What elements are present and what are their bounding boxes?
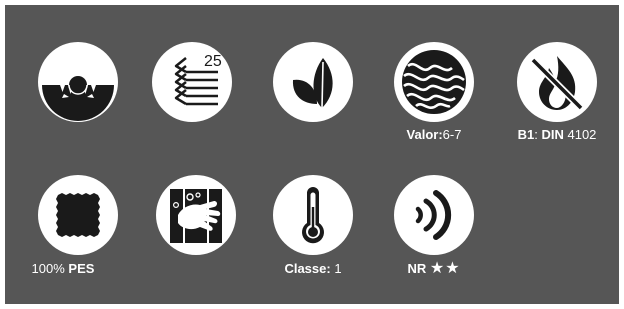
class-caption: Classe: 1: [284, 261, 341, 276]
waves-caption: Valor:6-7: [407, 127, 462, 142]
material-caption-label: PES: [68, 261, 95, 276]
fire-caption-label-b: DIN: [541, 127, 564, 142]
noise-caption-label: NR: [407, 261, 427, 276]
material-caption: 100% PES: [32, 261, 95, 276]
feature-icons-panel: 25 Valor:6-7 B1: DIN 4102 100% PES Class…: [5, 5, 619, 304]
sun-blocked-icon: [38, 42, 118, 122]
material-caption-value: 100%: [31, 261, 65, 276]
class-caption-label: Classe:: [284, 261, 331, 276]
noise-reduction-caption: NR ★★: [407, 260, 461, 277]
fold-count-label: 25: [204, 53, 222, 70]
fire-rating-caption: B1: DIN 4102: [518, 127, 597, 142]
no-fire-icon: [517, 42, 597, 122]
fold-layers-icon: 25: [152, 42, 232, 122]
rating-stars: ★★: [429, 260, 461, 277]
fire-caption-sep: :: [534, 127, 538, 142]
class-caption-value: 1: [334, 261, 342, 276]
hand-washing-icon: [156, 175, 236, 255]
waves-icon: [394, 42, 474, 122]
fire-caption-value: 4102: [567, 127, 597, 142]
leaves-icon: [273, 42, 353, 122]
fire-caption-label-a: B1: [517, 127, 535, 142]
sound-waves-icon: [394, 175, 474, 255]
fabric-swatch-icon: [38, 175, 118, 255]
waves-caption-label: Valor:: [406, 127, 443, 142]
thermometer-icon: [273, 175, 353, 255]
waves-caption-value: 6-7: [442, 127, 462, 142]
